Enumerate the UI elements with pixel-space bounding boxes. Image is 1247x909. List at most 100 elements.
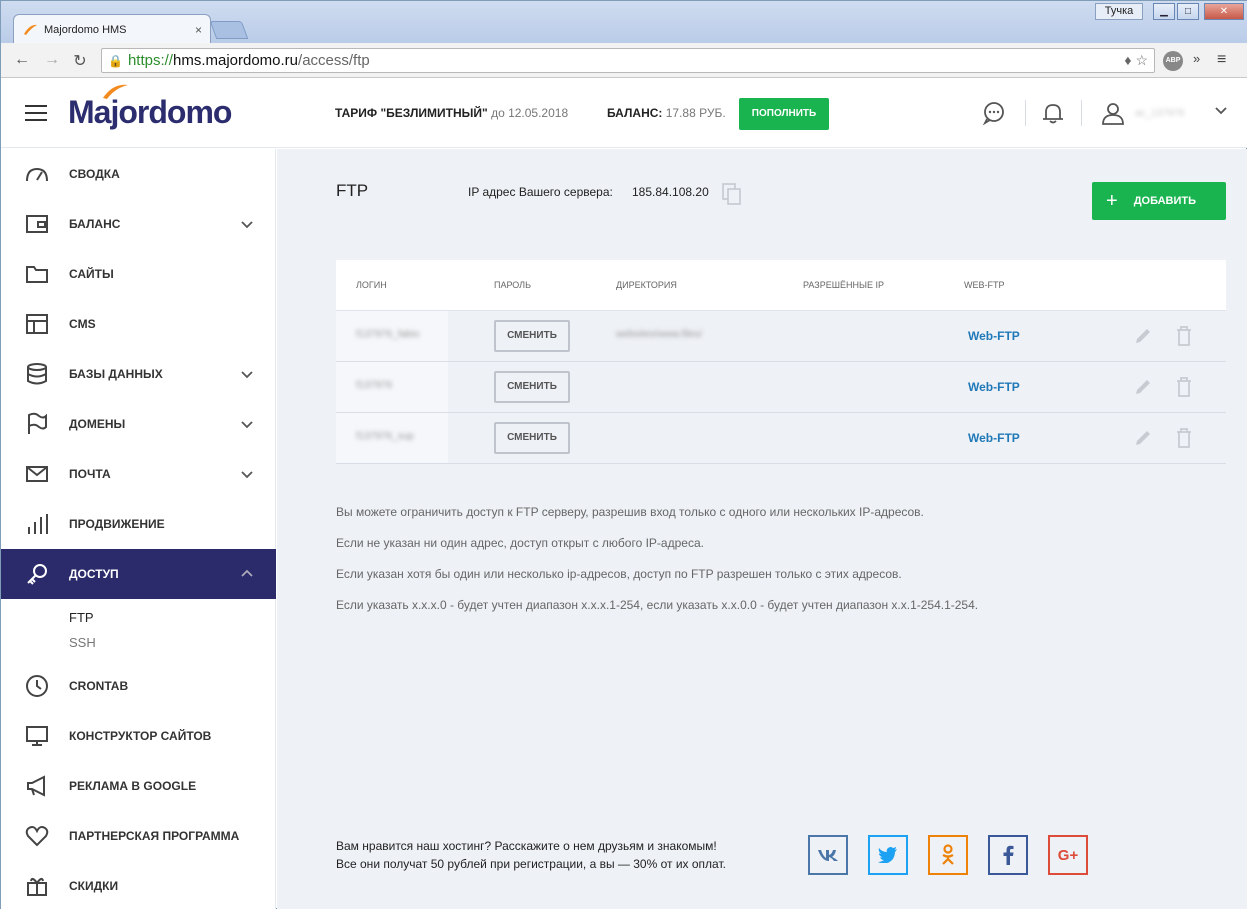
browser-tab[interactable]: Majordomo HMS × <box>13 14 211 44</box>
facebook-share-button[interactable] <box>988 835 1028 875</box>
user-name[interactable]: ac_137976 <box>1135 108 1185 119</box>
change-password-button[interactable]: СМЕНИТЬ <box>494 371 570 403</box>
browser-toolbar: ← → ↻ 🔒 https:// hms.majordomo.ru /acces… <box>1 43 1247 78</box>
bell-icon[interactable] <box>1040 100 1066 126</box>
chevron-up-icon <box>241 569 253 577</box>
sidebar-item-databases[interactable]: БАЗЫ ДАННЫХ <box>1 349 276 399</box>
directory-value: websites/www.files/ <box>616 329 703 340</box>
table-row: f137976_sup СМЕНИТЬ Web-FTP <box>336 413 1226 464</box>
sidebar-item-access[interactable]: ДОСТУП <box>1 549 276 599</box>
clock-icon <box>26 675 48 697</box>
sidebar-item-mail[interactable]: ПОЧТА <box>1 449 276 499</box>
browser-menu-icon[interactable]: ≡ <box>1217 51 1226 69</box>
wallet-icon <box>26 215 48 233</box>
sidebar-item-label: CRONTAB <box>69 679 129 693</box>
vk-share-button[interactable] <box>808 835 848 875</box>
balance-info: БАЛАНС: 17.88 РУБ. <box>607 106 726 120</box>
change-password-button[interactable]: СМЕНИТЬ <box>494 422 570 454</box>
sidebar-item-label: КОНСТРУКТОР САЙТОВ <box>69 729 212 743</box>
chevron-down-icon <box>241 371 253 379</box>
sidebar-item-sites[interactable]: САЙТЫ <box>1 249 276 299</box>
monitor-icon <box>26 726 48 746</box>
web-ftp-link[interactable]: Web-FTP <box>968 380 1020 394</box>
sidebar-item-label: БАЗЫ ДАННЫХ <box>69 367 163 381</box>
web-ftp-link[interactable]: Web-FTP <box>968 329 1020 343</box>
twitter-icon <box>878 847 897 863</box>
twitter-share-button[interactable] <box>868 835 908 875</box>
login-value: f137976_sup <box>356 431 414 442</box>
odnoklassniki-share-button[interactable] <box>928 835 968 875</box>
browser-window: Majordomo HMS × Тучка ▁ □ ✕ ← → ↻ 🔒 http… <box>0 0 1247 909</box>
gift-icon <box>27 877 47 896</box>
referral-line-1: Вам нравится наш хостинг? Расскажите о н… <box>336 839 717 853</box>
table-header: ЛОГИН ПАРОЛЬ ДИРЕКТОРИЯ РАЗРЕШЁННЫЕ IP W… <box>336 260 1226 311</box>
sidebar-item-summary[interactable]: СВОДКА <box>1 149 276 199</box>
forward-button[interactable]: → <box>41 51 63 69</box>
back-button[interactable]: ← <box>11 51 33 69</box>
majordomo-logo[interactable]: Majordomo <box>68 94 232 131</box>
extensions-more-icon[interactable]: » <box>1193 51 1200 66</box>
minimize-button[interactable]: ▁ <box>1153 3 1175 20</box>
new-tab-button[interactable] <box>209 21 249 39</box>
sidebar-subitem-ssh[interactable]: SSH <box>69 635 96 650</box>
url-path: /access/ftp <box>298 52 370 69</box>
info-text: Если указать x.x.x.0 - будет учтен диапа… <box>336 598 979 612</box>
trash-icon[interactable] <box>1174 376 1194 398</box>
majordomo-favicon-icon <box>24 24 37 35</box>
google-plus-share-button[interactable]: G+ <box>1048 835 1088 875</box>
info-text: Если не указан ни один адрес, доступ отк… <box>336 536 704 550</box>
change-password-button[interactable]: СМЕНИТЬ <box>494 320 570 352</box>
sidebar-item-domains[interactable]: ДОМЕНЫ <box>1 399 276 449</box>
column-header-password: ПАРОЛЬ <box>494 280 531 290</box>
tab-title: Majordomo HMS <box>44 23 127 36</box>
referral-text: Вам нравится наш хостинг? Расскажите о н… <box>336 837 726 873</box>
adblock-icon[interactable]: ABP <box>1163 51 1183 71</box>
header-separator <box>1081 100 1082 126</box>
close-window-button[interactable]: ✕ <box>1204 3 1244 20</box>
sidebar-item-label: CMS <box>69 317 96 331</box>
add-ftp-button[interactable]: + ДОБАВИТЬ <box>1092 182 1226 220</box>
edit-pencil-icon[interactable] <box>1133 427 1153 449</box>
login-value: f137976 <box>356 380 393 391</box>
tariff-label: ТАРИФ "БЕЗЛИМИТНЫЙ" <box>335 106 488 120</box>
sidebar-subitem-ftp[interactable]: FTP <box>69 610 94 625</box>
referral-line-2: Все они получат 50 рублей при регистраци… <box>336 857 726 871</box>
tariff-info: ТАРИФ "БЕЗЛИМИТНЫЙ" до 12.05.2018 <box>335 106 568 120</box>
edit-pencil-icon[interactable] <box>1133 325 1153 347</box>
info-text: Вы можете ограничить доступ к FTP сервер… <box>336 505 924 519</box>
chat-icon[interactable] <box>981 100 1007 126</box>
tab-close-icon[interactable]: × <box>195 23 202 37</box>
hamburger-menu-icon[interactable] <box>25 105 47 121</box>
login-cell: f137976_fabio <box>336 311 448 361</box>
key-star-icon[interactable]: ♦ ☆ <box>1124 52 1148 69</box>
address-bar[interactable]: 🔒 https:// hms.majordomo.ru /access/ftp … <box>101 48 1155 73</box>
copy-icon[interactable] <box>721 182 743 206</box>
key-icon <box>27 564 47 585</box>
trash-icon[interactable] <box>1174 325 1194 347</box>
sidebar-item-google-ads[interactable]: РЕКЛАМА В GOOGLE <box>1 761 276 811</box>
edit-pencil-icon[interactable] <box>1133 376 1153 398</box>
chevron-down-icon[interactable] <box>1213 102 1229 118</box>
web-ftp-link[interactable]: Web-FTP <box>968 431 1020 445</box>
flag-icon <box>28 412 47 434</box>
maximize-button[interactable]: □ <box>1177 3 1199 20</box>
bar-chart-icon <box>28 514 48 534</box>
trash-icon[interactable] <box>1174 427 1194 449</box>
sidebar-item-promotion[interactable]: ПРОДВИЖЕНИЕ <box>1 499 276 549</box>
main-content: FTP IP адрес Вашего сервера: 185.84.108.… <box>277 149 1247 909</box>
sidebar-item-discounts[interactable]: СКИДКИ <box>1 861 276 909</box>
column-header-allowed-ip: РАЗРЕШЁННЫЕ IP <box>803 280 884 290</box>
user-avatar-icon[interactable] <box>1100 100 1126 126</box>
topup-button[interactable]: ПОПОЛНИТЬ <box>739 98 829 130</box>
table-row: f137976 СМЕНИТЬ Web-FTP <box>336 362 1226 413</box>
reload-button[interactable]: ↻ <box>69 51 91 71</box>
sidebar-item-crontab[interactable]: CRONTAB <box>1 661 276 711</box>
sidebar-item-label: ПОЧТА <box>69 467 111 481</box>
sidebar-item-partner[interactable]: ПАРТНЕРСКАЯ ПРОГРАММА <box>1 811 276 861</box>
page-title: FTP <box>336 181 369 200</box>
sidebar-item-site-builder[interactable]: КОНСТРУКТОР САЙТОВ <box>1 711 276 761</box>
window-profile-button[interactable]: Тучка <box>1095 3 1143 20</box>
sidebar-item-label: ДОСТУП <box>69 567 119 581</box>
sidebar-item-cms[interactable]: CMS <box>1 299 276 349</box>
sidebar-item-balance[interactable]: БАЛАНС <box>1 199 276 249</box>
